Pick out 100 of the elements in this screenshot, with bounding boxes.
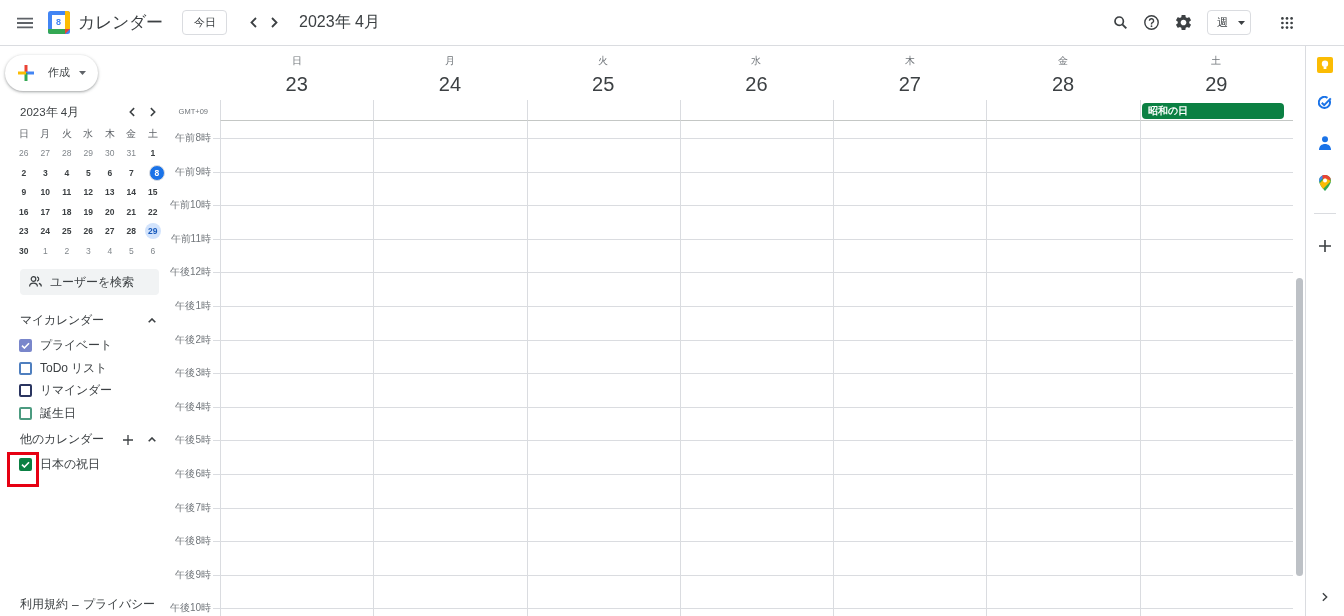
time-slot-cell[interactable] bbox=[679, 541, 834, 575]
time-slot-cell[interactable] bbox=[1139, 574, 1293, 609]
chevron-left-icon[interactable] bbox=[250, 17, 257, 28]
mini-calendar-day[interactable]: 14 bbox=[123, 184, 140, 201]
search-icon[interactable] bbox=[1114, 16, 1127, 29]
calendar-label[interactable]: プライベート bbox=[40, 337, 112, 355]
time-slot-cell[interactable] bbox=[986, 473, 1140, 508]
person-icon[interactable] bbox=[1319, 136, 1331, 150]
chevron-right-icon[interactable] bbox=[150, 107, 156, 117]
calendar-group-title[interactable]: マイカレンダー bbox=[20, 312, 148, 329]
time-slot-cell[interactable] bbox=[220, 440, 374, 474]
mini-calendar-day[interactable]: 20 bbox=[101, 203, 118, 220]
mini-calendar-day[interactable]: 27 bbox=[37, 145, 54, 162]
mini-calendar-day[interactable]: 21 bbox=[123, 203, 140, 220]
view-selector[interactable]: 週 bbox=[1207, 10, 1251, 35]
time-slot-cell[interactable] bbox=[373, 373, 527, 407]
time-slot-cell[interactable] bbox=[986, 406, 1140, 441]
date-number[interactable]: 24 bbox=[438, 72, 462, 96]
mini-calendar-day[interactable]: 15 bbox=[144, 184, 161, 201]
time-slot-cell[interactable] bbox=[1139, 339, 1293, 374]
time-slot-cell[interactable] bbox=[833, 205, 987, 239]
mini-calendar-day[interactable]: 28 bbox=[123, 223, 140, 240]
mini-calendar-day[interactable]: 31 bbox=[123, 145, 140, 162]
time-slot-cell[interactable] bbox=[679, 272, 834, 306]
time-slot-cell[interactable] bbox=[1139, 473, 1293, 508]
mini-calendar-day[interactable]: 11 bbox=[58, 184, 75, 201]
mini-calendar-day[interactable]: 10 bbox=[37, 184, 54, 201]
time-slot-cell[interactable] bbox=[220, 305, 374, 340]
time-slot-cell[interactable] bbox=[833, 238, 987, 273]
time-slot-cell[interactable] bbox=[986, 339, 1140, 374]
mini-calendar-day[interactable]: 26 bbox=[80, 223, 97, 240]
time-slot-cell[interactable] bbox=[986, 507, 1140, 542]
time-slot-cell[interactable] bbox=[220, 272, 374, 306]
all-day-cell[interactable] bbox=[220, 100, 374, 121]
mini-calendar-day[interactable]: 5 bbox=[80, 164, 97, 181]
mini-calendar-day[interactable]: 22 bbox=[144, 203, 161, 220]
time-slot-cell[interactable] bbox=[679, 205, 834, 239]
time-slot-cell[interactable] bbox=[1139, 238, 1293, 273]
time-slot-cell[interactable] bbox=[833, 305, 987, 340]
time-slot-cell[interactable] bbox=[833, 473, 987, 508]
all-day-cell[interactable]: 昭和の日 bbox=[1139, 100, 1293, 121]
mini-calendar-day[interactable]: 8 bbox=[148, 164, 165, 181]
time-slot-cell[interactable] bbox=[220, 574, 374, 609]
time-slot-cell[interactable] bbox=[1139, 507, 1293, 542]
time-slot-cell[interactable] bbox=[679, 138, 834, 172]
map-pin-icon[interactable] bbox=[1319, 175, 1331, 191]
time-slot-cell[interactable] bbox=[986, 171, 1140, 206]
time-slot-cell[interactable] bbox=[833, 507, 987, 542]
mini-calendar-day[interactable]: 1 bbox=[144, 145, 161, 162]
checkbox[interactable] bbox=[19, 339, 32, 353]
time-slot-cell[interactable] bbox=[220, 373, 374, 407]
time-slot-cell[interactable] bbox=[526, 507, 680, 542]
mini-calendar-day[interactable]: 12 bbox=[80, 184, 97, 201]
date-number[interactable]: 28 bbox=[1051, 72, 1075, 96]
mini-calendar-day[interactable]: 5 bbox=[123, 242, 140, 259]
mini-calendar-day[interactable]: 2 bbox=[15, 164, 32, 181]
time-slot-cell[interactable] bbox=[526, 138, 680, 172]
all-day-cell[interactable] bbox=[526, 100, 680, 121]
time-slot-cell[interactable] bbox=[1139, 205, 1293, 239]
chevron-right-icon[interactable] bbox=[271, 17, 278, 28]
date-number[interactable]: 23 bbox=[285, 72, 308, 96]
mini-calendar-day[interactable]: 30 bbox=[101, 145, 118, 162]
time-slot-cell[interactable] bbox=[1139, 305, 1293, 340]
time-slot-cell[interactable] bbox=[679, 507, 834, 542]
calendar-label[interactable]: 誕生日 bbox=[40, 404, 76, 422]
time-slot-cell[interactable] bbox=[373, 507, 527, 542]
time-slot-cell[interactable] bbox=[526, 339, 680, 374]
chevron-up-icon[interactable] bbox=[148, 437, 156, 442]
mini-calendar-day[interactable]: 17 bbox=[37, 203, 54, 220]
help-icon[interactable] bbox=[1144, 15, 1159, 30]
time-slot-cell[interactable] bbox=[526, 574, 680, 609]
lightbulb-icon[interactable] bbox=[1317, 57, 1333, 73]
task-check-icon[interactable] bbox=[1318, 96, 1332, 110]
time-slot-cell[interactable] bbox=[679, 339, 834, 374]
time-slot-cell[interactable] bbox=[679, 305, 834, 340]
time-slot-cell[interactable] bbox=[526, 171, 680, 206]
checkbox[interactable] bbox=[19, 361, 32, 375]
time-slot-cell[interactable] bbox=[986, 205, 1140, 239]
time-slot-cell[interactable] bbox=[526, 238, 680, 273]
time-slot-cell[interactable] bbox=[220, 205, 374, 239]
footer-link[interactable]: 利用規約 bbox=[20, 596, 68, 613]
time-slot-cell[interactable] bbox=[220, 507, 374, 542]
footer-link[interactable]: プライバシー bbox=[82, 596, 155, 613]
time-slot-cell[interactable] bbox=[833, 339, 987, 374]
mini-calendar-day[interactable]: 6 bbox=[144, 242, 161, 259]
time-slot-cell[interactable] bbox=[220, 339, 374, 374]
time-slot-cell[interactable] bbox=[679, 238, 834, 273]
all-day-cell[interactable] bbox=[679, 100, 834, 121]
time-slot-cell[interactable] bbox=[833, 541, 987, 575]
calendar-label[interactable]: ToDo リスト bbox=[40, 359, 108, 377]
time-slot-cell[interactable] bbox=[526, 440, 680, 474]
time-slot-cell[interactable] bbox=[373, 272, 527, 306]
time-slot-cell[interactable] bbox=[526, 205, 680, 239]
time-slot-cell[interactable] bbox=[1139, 171, 1293, 206]
mini-calendar-day[interactable]: 23 bbox=[15, 223, 32, 240]
mini-calendar-day[interactable]: 28 bbox=[58, 145, 75, 162]
mini-calendar-day[interactable]: 25 bbox=[58, 223, 75, 240]
time-slot-cell[interactable] bbox=[986, 272, 1140, 306]
time-slot-cell[interactable] bbox=[986, 574, 1140, 609]
mini-calendar-day[interactable]: 9 bbox=[15, 184, 32, 201]
